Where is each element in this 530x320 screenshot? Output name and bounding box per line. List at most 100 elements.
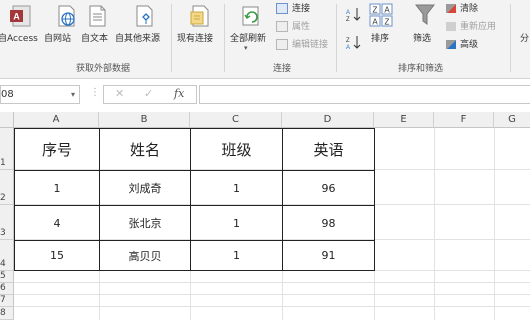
ribbon-separator <box>171 4 172 72</box>
svg-text:Z: Z <box>373 6 378 15</box>
table-cell[interactable]: 1 <box>15 171 99 205</box>
from-access-button[interactable]: A 自Access <box>0 0 40 58</box>
advanced-filter-icon <box>446 40 456 49</box>
clear-filter-icon <box>446 4 456 13</box>
from-web-button[interactable]: 自网站 <box>44 0 79 58</box>
sort-button[interactable]: Z A A Z 排序 <box>366 0 396 58</box>
access-partial-label: 自 <box>0 34 8 44</box>
connections-button[interactable]: 连接 <box>276 2 310 16</box>
svg-text:A: A <box>346 45 350 49</box>
sort-label: 排序 <box>371 34 390 44</box>
row-header-2[interactable]: 2 <box>0 170 14 205</box>
table-cell[interactable]: 98 <box>283 206 374 240</box>
reapply-icon <box>446 22 456 31</box>
gridline <box>14 306 530 307</box>
existing-connections-label: 现有连接 <box>177 34 214 44</box>
row-header-5[interactable]: 5 <box>0 271 14 283</box>
clear-label: 清除 <box>460 4 479 14</box>
column-header-b[interactable]: B <box>99 112 190 128</box>
sort-icon: Z A A Z <box>369 3 393 27</box>
gridline <box>14 294 530 295</box>
table-cell[interactable]: 91 <box>283 241 374 270</box>
svg-text:A: A <box>346 10 350 16</box>
reapply-button[interactable]: 重新应用 <box>446 20 496 34</box>
edit-links-button[interactable]: 编辑链接 <box>276 38 328 52</box>
svg-text:A: A <box>13 12 20 22</box>
table-cell[interactable]: 15 <box>15 241 99 270</box>
formula-input[interactable] <box>199 85 530 104</box>
filter-button[interactable]: 筛选 <box>408 0 442 58</box>
row-header-6[interactable]: 6 <box>0 283 14 295</box>
column-header-f[interactable]: F <box>434 112 494 128</box>
access-icon: A <box>10 5 31 27</box>
sort-descending-button[interactable]: Z A <box>346 34 364 51</box>
edit-links-label: 编辑链接 <box>292 40 329 50</box>
row-header-8[interactable]: 8 <box>0 307 14 320</box>
split-button[interactable]: 分 <box>516 0 530 58</box>
table-cell[interactable]: 1 <box>191 206 282 240</box>
refresh-all-button[interactable]: 全部刷新 ▾ <box>228 0 272 58</box>
gridline <box>434 128 435 320</box>
ribbon-separator <box>336 4 337 72</box>
row-header-4[interactable]: 4 <box>0 240 14 271</box>
column-header-c[interactable]: C <box>190 112 282 128</box>
existing-connections-button[interactable]: 现有连接 <box>175 0 221 58</box>
table-cell[interactable]: 96 <box>283 171 374 205</box>
chevron-down-icon: ▾ <box>244 44 248 52</box>
svg-text:A: A <box>372 18 378 27</box>
sort-ascending-button[interactable]: A Z <box>346 6 364 23</box>
cancel-icon[interactable]: ✕ <box>115 87 124 100</box>
column-header-e[interactable]: E <box>374 112 434 128</box>
advanced-button[interactable]: 高级 <box>446 38 478 52</box>
properties-label: 属性 <box>292 22 311 32</box>
table-cell[interactable]: 1 <box>191 241 282 270</box>
row-header-3[interactable]: 3 <box>0 205 14 240</box>
from-other-sources-button[interactable]: 自其他来源 <box>115 0 171 58</box>
name-box-value: 08 <box>1 89 14 100</box>
filter-label: 筛选 <box>413 34 432 44</box>
column-header-a[interactable]: A <box>14 112 99 128</box>
text-file-icon <box>89 5 106 27</box>
filter-icon <box>414 4 436 25</box>
ribbon-separator <box>224 4 225 72</box>
from-web-label: 自网站 <box>44 34 72 44</box>
existing-connections-icon <box>190 5 209 27</box>
properties-button[interactable]: 属性 <box>276 20 310 34</box>
cell-header-id[interactable]: 序号 <box>15 129 99 170</box>
get-external-data-group-label: 获取外部数据 <box>76 64 131 74</box>
cell-header-name[interactable]: 姓名 <box>100 129 190 170</box>
insert-function-button[interactable]: fx <box>174 87 184 100</box>
row-header-1[interactable]: 1 <box>0 128 14 170</box>
table-cell[interactable]: 高贝贝 <box>100 241 190 270</box>
enter-icon[interactable]: ✓ <box>144 87 153 100</box>
table-cell[interactable]: 1 <box>191 171 282 205</box>
cell-header-english[interactable]: 英语 <box>283 129 374 170</box>
properties-icon <box>276 21 288 32</box>
cell-header-class[interactable]: 班级 <box>191 129 282 170</box>
select-all-corner[interactable] <box>0 112 14 128</box>
edit-links-icon <box>276 39 288 50</box>
ribbon-separator <box>510 4 511 72</box>
row-header-7[interactable]: 7 <box>0 295 14 307</box>
sort-filter-group-label: 排序和筛选 <box>398 64 444 74</box>
column-header-g[interactable]: G <box>494 112 530 128</box>
clear-button[interactable]: 清除 <box>446 2 478 16</box>
chevron-down-icon: ▾ <box>70 90 75 99</box>
name-box[interactable]: 08 ▾ <box>0 85 80 104</box>
advanced-label: 高级 <box>460 40 479 50</box>
refresh-all-label: 全部刷新 <box>230 34 267 44</box>
from-text-button[interactable]: 自文本 <box>80 0 114 58</box>
ribbon: A 自Access 自网站 自文本 自其他来源 获取外部数据 现有连接 全部刷新… <box>0 0 530 79</box>
table-border <box>14 270 375 271</box>
table-cell[interactable]: 4 <box>15 206 99 240</box>
connections-label: 连接 <box>292 4 311 14</box>
connections-icon <box>276 3 288 14</box>
formula-buttons: ✕ ✓ fx <box>103 85 197 104</box>
from-other-sources-label: 自其他来源 <box>115 34 161 44</box>
svg-text:A: A <box>384 6 390 15</box>
drag-handle-icon[interactable]: ⋮ <box>90 87 100 98</box>
table-cell[interactable]: 张北京 <box>100 206 190 240</box>
column-header-d[interactable]: D <box>282 112 374 128</box>
access-label: Access <box>7 34 38 44</box>
table-cell[interactable]: 刘成奇 <box>100 171 190 205</box>
